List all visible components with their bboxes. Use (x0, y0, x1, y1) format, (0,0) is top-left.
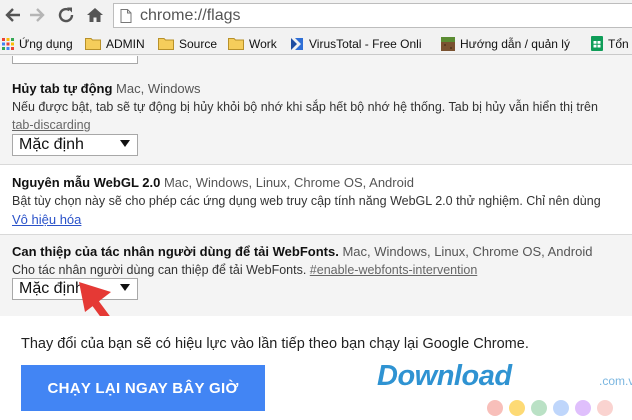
back-arrow-icon (5, 8, 20, 22)
bookmark-sheets[interactable]: Tổn (591, 35, 629, 52)
bookmark-apps[interactable]: Ứng dụng (2, 35, 73, 52)
watermark-dot (597, 400, 613, 416)
bookmark-work[interactable]: Work (228, 35, 277, 52)
experiment-webgl2: Nguyên mẫu WebGL 2.0 Mac, Windows, Linux… (0, 165, 632, 235)
watermark-dot (531, 400, 547, 416)
experiment-description: Bật tùy chọn này sẽ cho phép các ứng dụn… (12, 194, 601, 208)
folder-icon (228, 38, 244, 50)
caret-down-icon (120, 140, 130, 147)
experiment-platforms: Mac, Windows, Linux, Chrome OS, Android (342, 244, 593, 259)
experiment-description-line: Cho tác nhân người dùng can thiệp để tải… (12, 263, 477, 277)
experiment-platforms: Mac, Windows, Linux, Chrome OS, Android (163, 175, 414, 190)
watermark-logo-text: Download (377, 360, 512, 392)
bookmark-label: Tổn (608, 36, 629, 51)
home-icon (87, 8, 103, 22)
address-bar[interactable] (113, 3, 632, 28)
folder-icon (85, 38, 101, 50)
experiment-tag[interactable]: #enable-webfonts-intervention (310, 263, 477, 277)
bookmark-admin[interactable]: ADMIN (85, 35, 145, 52)
notice-text: Thay đổi của bạn sẽ có hiệu lực vào lần … (21, 336, 529, 352)
experiment-tag[interactable]: tab-discarding (12, 118, 91, 132)
watermark-dot (509, 400, 525, 416)
experiment-description: Nếu được bật, tab sẽ tự động bị hủy khỏi… (12, 100, 598, 114)
bookmark-label: VirusTotal - Free Onli (309, 36, 422, 51)
apps-grid-icon (2, 37, 14, 50)
reload-icon (58, 7, 74, 23)
forward-arrow-icon (30, 8, 45, 22)
watermark-dot (553, 400, 569, 416)
experiment-platforms: Mac, Windows (116, 81, 201, 96)
back-button[interactable] (2, 4, 24, 26)
experiment-select[interactable]: Mặc định (12, 134, 138, 156)
experiment-tab-discarding: Hủy tab tự động Mac, Windows Nếu được bậ… (0, 55, 632, 165)
experiment-title-line: Hủy tab tự động Mac, Windows (12, 81, 201, 96)
virustotal-icon (291, 37, 303, 50)
experiment-description: Cho tác nhân người dùng can thiệp để tải… (12, 263, 307, 277)
select-value: Mặc định (19, 136, 84, 153)
page-icon (120, 9, 132, 23)
bookmark-source[interactable]: Source (158, 35, 217, 52)
bookmark-minecraft-guide[interactable]: Hướng dẫn / quản lý (441, 35, 570, 52)
disable-link[interactable]: Vô hiệu hóa (12, 212, 81, 227)
sheets-icon (591, 36, 603, 51)
bookmark-label: Work (249, 36, 277, 51)
bookmark-label: Ứng dụng (19, 36, 73, 51)
relaunch-now-button[interactable]: CHẠY LẠI NGAY BÂY GIỜ (21, 365, 265, 411)
browser-toolbar (0, 0, 632, 32)
watermark-dot (487, 400, 503, 416)
experiment-title-line: Can thiệp của tác nhân người dùng để tải… (12, 244, 592, 259)
bookmark-label: Hướng dẫn / quản lý (460, 36, 570, 51)
bookmarks-bar: Ứng dụng ADMIN Source Work VirusTotal - … (0, 32, 632, 55)
download-watermark: Download .com.vn (377, 356, 632, 420)
watermark-dot (575, 400, 591, 416)
minecraft-icon (441, 36, 455, 51)
watermark-dots (487, 400, 613, 416)
experiment-title: Can thiệp của tác nhân người dùng để tải… (12, 244, 339, 259)
experiment-title-line: Nguyên mẫu WebGL 2.0 Mac, Windows, Linux… (12, 175, 414, 190)
experiment-title: Hủy tab tự động (12, 81, 113, 96)
bookmark-virustotal[interactable]: VirusTotal - Free Onli (290, 35, 421, 52)
bookmark-label: ADMIN (106, 36, 145, 51)
url-input[interactable] (140, 5, 620, 26)
home-button[interactable] (84, 4, 106, 26)
experiment-title: Nguyên mẫu WebGL 2.0 (12, 175, 161, 190)
previous-select-bottom (12, 56, 138, 64)
watermark-suffix: .com.vn (599, 374, 632, 388)
reload-button[interactable] (55, 4, 77, 26)
bookmark-label: Source (179, 36, 218, 51)
forward-button[interactable] (26, 4, 48, 26)
folder-icon (158, 38, 174, 50)
